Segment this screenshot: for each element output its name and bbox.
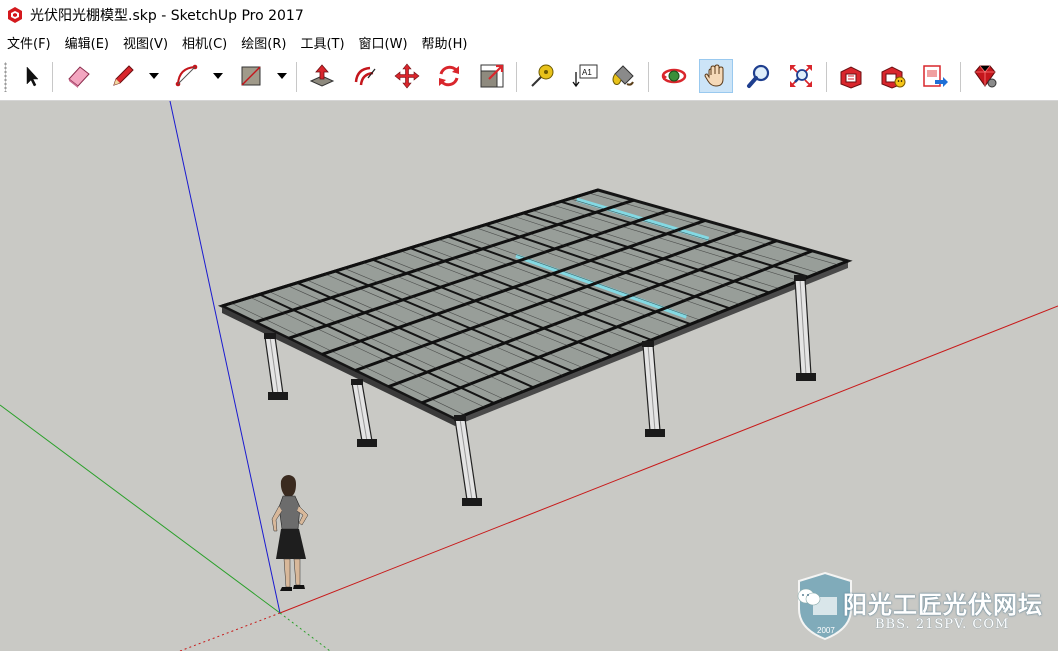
svg-text:2007: 2007 <box>817 626 835 635</box>
post-top-bracket <box>351 379 363 385</box>
menu-camera[interactable]: 相机(C) <box>175 33 234 52</box>
paint-bucket-tool-button[interactable] <box>606 59 640 93</box>
scale-tool-button[interactable] <box>475 59 509 93</box>
zoom-tool-button[interactable] <box>742 59 776 93</box>
extension-icon <box>881 66 906 89</box>
pan-tool-button[interactable] <box>699 59 733 93</box>
extension-manager-button[interactable] <box>968 59 1002 93</box>
post-top-bracket <box>794 275 806 281</box>
select-tool-button[interactable] <box>14 59 48 93</box>
person-scale-figure[interactable] <box>271 475 309 591</box>
offset-tool-button[interactable] <box>348 59 382 93</box>
toolbar-separator <box>648 62 649 92</box>
rotate-icon <box>439 65 459 87</box>
post-base-plate <box>645 429 665 437</box>
arc-tool-button[interactable] <box>170 59 204 93</box>
eraser-icon <box>68 66 90 88</box>
menu-bar: 文件(F) 编辑(E) 视图(V) 相机(C) 绘图(R) 工具(T) 窗口(W… <box>0 30 1058 54</box>
post-top-bracket <box>642 341 654 347</box>
toolbar-grip[interactable] <box>4 62 7 92</box>
title-bar: 光伏阳光棚模型.skp - SketchUp Pro 2017 <box>0 0 1058 30</box>
large-toolset-toolbar: A1 <box>0 54 1058 101</box>
toolbar-separator <box>296 62 297 92</box>
menu-tools[interactable]: 工具(T) <box>293 33 351 52</box>
offset-icon <box>354 66 376 86</box>
post-top-bracket <box>454 415 466 421</box>
chevron-down-icon[interactable] <box>275 67 289 85</box>
push-pull-icon <box>309 64 335 87</box>
orbit-tool-button[interactable] <box>657 59 691 93</box>
green-axis <box>0 404 281 614</box>
post-base-plate <box>357 439 377 447</box>
menu-window[interactable]: 窗口(W) <box>352 33 415 52</box>
magnifier-icon <box>747 64 770 88</box>
scale-icon <box>480 64 504 88</box>
window-title: 光伏阳光棚模型.skp - SketchUp Pro 2017 <box>30 8 304 24</box>
post-top-bracket <box>264 333 276 339</box>
menu-edit[interactable]: 编辑(E) <box>58 33 116 52</box>
rectangle-icon <box>241 66 261 86</box>
arc-icon <box>175 64 198 87</box>
watermark-title: 阳光工匠光伏网坛 <box>843 591 1043 619</box>
text-tool-button[interactable]: A1 <box>568 59 602 93</box>
svg-text:A1: A1 <box>582 68 592 77</box>
push-pull-tool-button[interactable] <box>305 59 339 93</box>
paint-bucket-icon <box>612 65 634 86</box>
red-axis-negative <box>179 612 281 651</box>
wechat-icon <box>797 588 821 606</box>
chevron-down-icon[interactable] <box>147 67 161 85</box>
layout-send-button[interactable] <box>918 59 952 93</box>
move-tool-button[interactable] <box>390 59 424 93</box>
arrow-cursor-icon <box>26 66 39 87</box>
extension-warehouse-button[interactable] <box>876 59 910 93</box>
forum-watermark: 2007 阳光工匠光伏网坛 BBS. 21SPV. COM <box>795 571 1055 641</box>
warehouse-icon <box>840 66 862 89</box>
modeling-viewport[interactable]: 2007 阳光工匠光伏网坛 BBS. 21SPV. COM <box>0 101 1058 651</box>
sketchup-logo-icon <box>8 7 22 23</box>
rectangle-tool-button[interactable] <box>234 59 268 93</box>
rotate-tool-button[interactable] <box>432 59 466 93</box>
zoom-extents-icon <box>790 65 812 87</box>
watermark-url: BBS. 21SPV. COM <box>875 617 1010 632</box>
model-scene[interactable] <box>0 101 1058 651</box>
menu-draw[interactable]: 绘图(R) <box>234 33 293 52</box>
ruby-gem-icon <box>974 65 997 88</box>
zoom-extents-tool-button[interactable] <box>784 59 818 93</box>
hand-icon <box>704 64 724 87</box>
post-base-plate <box>268 392 288 400</box>
solar-carport-canopy[interactable] <box>217 188 853 426</box>
toolbar-separator <box>826 62 827 92</box>
eraser-tool-button[interactable] <box>62 59 96 93</box>
menu-file[interactable]: 文件(F) <box>0 33 58 52</box>
menu-view[interactable]: 视图(V) <box>116 33 175 52</box>
text-label-icon: A1 <box>572 64 598 88</box>
line-tool-button[interactable] <box>106 59 140 93</box>
layout-send-icon <box>923 65 948 87</box>
chevron-down-icon[interactable] <box>211 67 225 85</box>
post-base-plate <box>796 373 816 381</box>
blue-axis <box>169 101 281 614</box>
green-axis-negative <box>279 612 331 651</box>
menu-help[interactable]: 帮助(H) <box>415 33 475 52</box>
move-arrows-icon <box>394 63 420 89</box>
toolbar-separator <box>516 62 517 92</box>
post-base-plate <box>462 498 482 506</box>
tape-measure-tool-button[interactable] <box>525 59 559 93</box>
toolbar-separator <box>52 62 53 92</box>
toolbar-separator <box>960 62 961 92</box>
pencil-icon <box>113 65 134 86</box>
orbit-icon <box>661 68 687 84</box>
3d-warehouse-button[interactable] <box>834 59 868 93</box>
tape-measure-icon <box>531 64 554 87</box>
